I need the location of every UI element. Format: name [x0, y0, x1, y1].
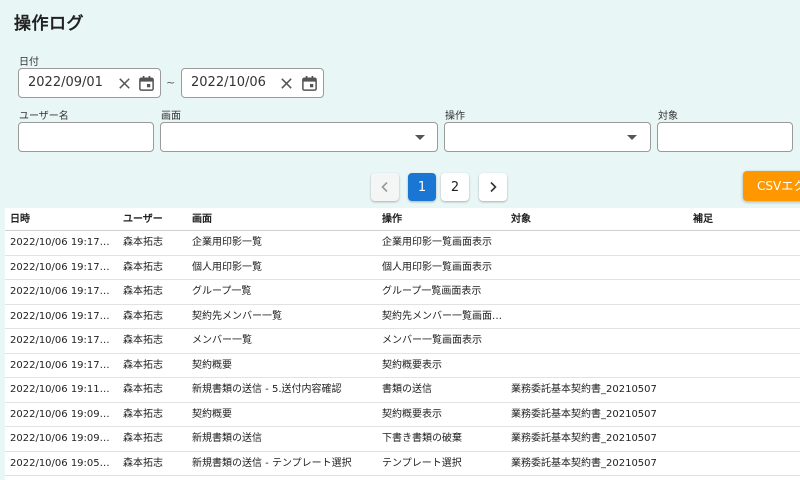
column-header-target[interactable]: 対象 — [511, 208, 686, 231]
chevron-down-icon[interactable] — [415, 135, 425, 140]
table-row[interactable]: 2022/10/06 19:17… 森本拓志 契約概要 契約概要表示 — [5, 354, 800, 378]
csv-export-button[interactable]: CSVエクスポート — [743, 171, 800, 201]
table-row[interactable] — [5, 476, 800, 480]
date-from-field[interactable]: 2022/09/01 — [18, 68, 161, 98]
user-name-input[interactable] — [18, 122, 154, 152]
cell-user: 森本拓志 — [123, 359, 163, 371]
cell-user: 森本拓志 — [123, 237, 163, 248]
cell-screen: メンバー一覧 — [192, 335, 252, 346]
table-row[interactable]: 2022/10/06 19:17… 森本拓志 個人用印影一覧 個人用印影一覧画面表示 — [5, 256, 800, 280]
clear-icon[interactable] — [279, 76, 294, 91]
cell-operation: 企業用印影一覧画面表示 — [382, 237, 492, 248]
cell-operation: 契約先メンバー一覧画面… — [382, 310, 502, 322]
date-range-separator: ~ — [166, 76, 176, 89]
cell-screen: 個人用印影一覧 — [192, 261, 262, 273]
cell-target: 業務委託基本契約書_20210507 — [511, 457, 657, 469]
clear-icon[interactable] — [117, 76, 132, 91]
cell-target: 業務委託基本契約書_20210507 — [511, 408, 657, 420]
cell-operation: 個人用印影一覧画面表示 — [382, 261, 492, 273]
date-to-field[interactable]: 2022/10/06 — [181, 68, 324, 98]
cell-operation: 契約概要表示 — [382, 359, 442, 371]
page-button-2[interactable]: 2 — [441, 173, 469, 201]
table-row[interactable]: 2022/10/06 19:09… 森本拓志 新規書類の送信 下書き書類の破棄 業務委託… — [5, 427, 800, 452]
table-row[interactable]: 2022/10/06 19:09… 森本拓志 契約概要 契約概要表示 業務委託基本契約書… — [5, 403, 800, 427]
table-row[interactable]: 2022/10/06 19:17… 森本拓志 グループ一覧 グループ一覧画面表示 — [5, 280, 800, 305]
cell-user: 森本拓志 — [123, 433, 163, 444]
cell-screen: 企業用印影一覧 — [192, 237, 262, 248]
cell-datetime: 2022/10/06 19:17… — [10, 310, 110, 322]
operation-label: 操作 — [445, 111, 465, 122]
operation-select[interactable] — [444, 122, 651, 152]
table-row[interactable]: 2022/10/06 19:05… 森本拓志 新規書類の送信 - テンプレート選択 テ… — [5, 452, 800, 476]
cell-screen: 新規書類の送信 — [192, 433, 262, 444]
column-header-screen[interactable]: 画面 — [192, 208, 377, 231]
cell-user: 森本拓志 — [123, 335, 163, 346]
user-name-label: ユーザー名 — [19, 111, 69, 122]
prev-page-button[interactable] — [371, 173, 399, 201]
cell-target: 業務委託基本契約書_20210507 — [511, 433, 657, 444]
cell-datetime: 2022/10/06 19:11… — [10, 384, 110, 395]
cell-screen: グループ一覧 — [192, 286, 252, 297]
cell-user: 森本拓志 — [123, 261, 163, 273]
target-input[interactable] — [657, 122, 793, 152]
cell-operation: 下書き書類の破棄 — [382, 433, 462, 444]
page-button-1[interactable]: 1 — [408, 173, 436, 201]
cell-screen: 契約先メンバー一覧 — [192, 310, 282, 322]
cell-operation: メンバー一覧画面表示 — [382, 335, 482, 346]
cell-datetime: 2022/10/06 19:17… — [10, 359, 110, 371]
cell-datetime: 2022/10/06 19:05… — [10, 457, 110, 469]
calendar-icon[interactable] — [138, 75, 155, 92]
cell-user: 森本拓志 — [123, 310, 163, 322]
table-header-row: 日時 ユーザー 画面 操作 対象 補足 — [5, 208, 800, 231]
next-page-button[interactable] — [479, 173, 507, 201]
date-label: 日付 — [19, 57, 39, 68]
calendar-icon[interactable] — [301, 75, 318, 92]
cell-operation: テンプレート選択 — [382, 457, 462, 469]
cell-screen: 新規書類の送信 - 5.送付内容確認 — [192, 384, 342, 395]
cell-user: 森本拓志 — [123, 408, 163, 420]
page-title: 操作ログ — [14, 14, 84, 34]
operation-log-table: 日時 ユーザー 画面 操作 対象 補足 2022/10/06 19:17… 森本拓… — [5, 208, 800, 480]
cell-datetime: 2022/10/06 19:17… — [10, 335, 110, 346]
date-from-value[interactable]: 2022/09/01 — [28, 75, 103, 90]
cell-operation: 書類の送信 — [382, 384, 432, 395]
cell-datetime: 2022/10/06 19:17… — [10, 286, 110, 297]
cell-screen: 新規書類の送信 - テンプレート選択 — [192, 457, 352, 469]
cell-operation: 契約概要表示 — [382, 408, 442, 420]
column-header-user[interactable]: ユーザー — [123, 208, 185, 231]
table-row[interactable]: 2022/10/06 19:17… 森本拓志 企業用印影一覧 企業用印影一覧画面表示 — [5, 231, 800, 256]
target-label: 対象 — [658, 111, 678, 122]
column-header-operation[interactable]: 操作 — [382, 208, 504, 231]
table-row[interactable]: 2022/10/06 19:17… 森本拓志 契約先メンバー一覧 契約先メンバー一覧画… — [5, 305, 800, 329]
table-row[interactable]: 2022/10/06 19:11… 森本拓志 新規書類の送信 - 5.送付内容確認 書… — [5, 378, 800, 403]
cell-user: 森本拓志 — [123, 457, 163, 469]
screen-select[interactable] — [160, 122, 438, 152]
chevron-left-icon — [381, 181, 388, 193]
cell-datetime: 2022/10/06 19:17… — [10, 261, 110, 273]
chevron-down-icon[interactable] — [627, 135, 637, 140]
table-row[interactable]: 2022/10/06 19:17… 森本拓志 メンバー一覧 メンバー一覧画面表示 — [5, 329, 800, 354]
cell-screen: 契約概要 — [192, 408, 232, 420]
chevron-right-icon — [490, 181, 497, 193]
column-header-datetime[interactable]: 日時 — [10, 208, 118, 231]
cell-target: 業務委託基本契約書_20210507 — [511, 384, 657, 395]
cell-datetime: 2022/10/06 19:09… — [10, 433, 110, 444]
cell-operation: グループ一覧画面表示 — [382, 286, 482, 297]
cell-datetime: 2022/10/06 19:09… — [10, 408, 110, 420]
date-to-value[interactable]: 2022/10/06 — [191, 75, 266, 90]
column-header-note[interactable]: 補足 — [693, 208, 793, 231]
cell-screen: 契約概要 — [192, 359, 232, 371]
cell-user: 森本拓志 — [123, 286, 163, 297]
screen-label: 画面 — [161, 111, 181, 122]
cell-datetime: 2022/10/06 19:17… — [10, 237, 110, 248]
cell-user: 森本拓志 — [123, 384, 163, 395]
